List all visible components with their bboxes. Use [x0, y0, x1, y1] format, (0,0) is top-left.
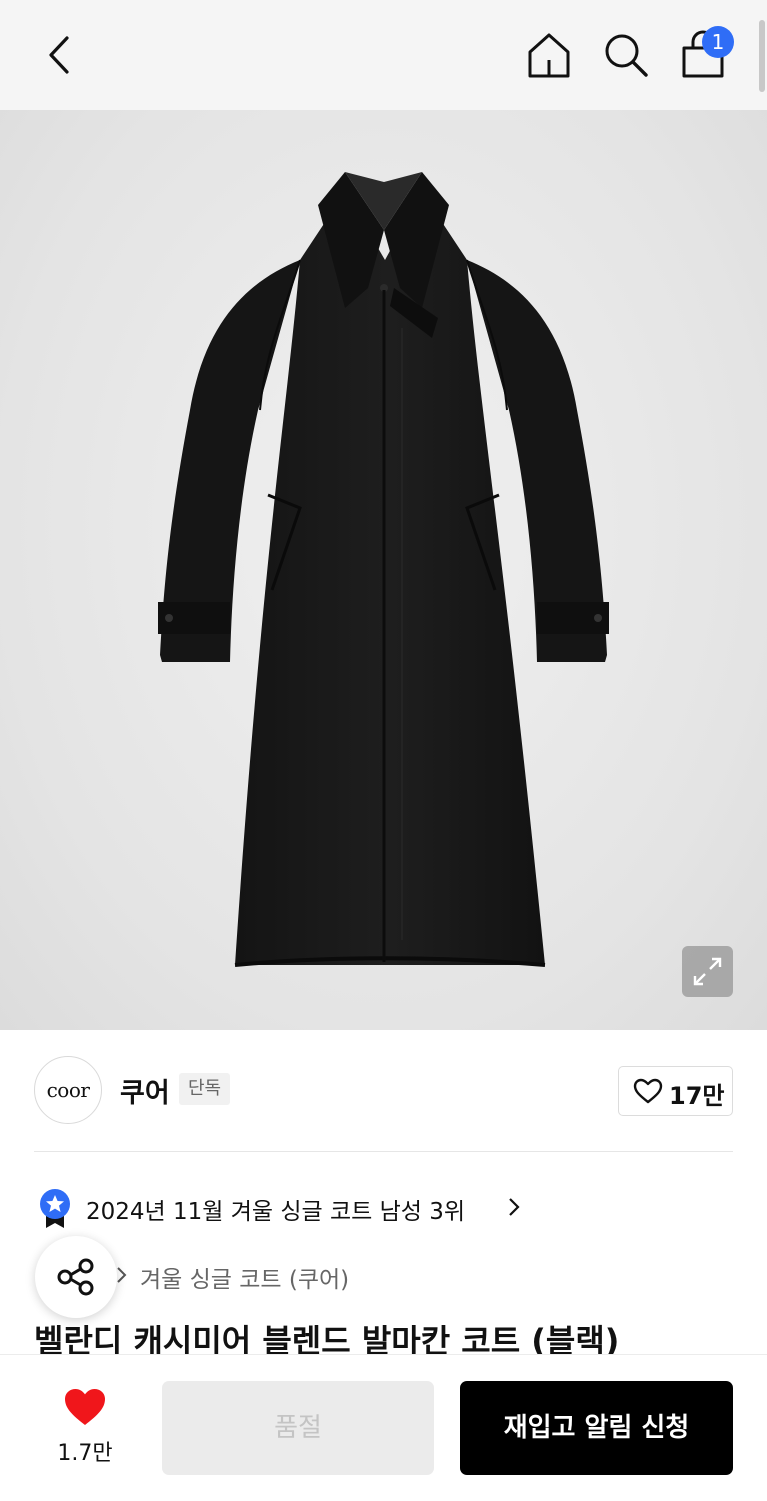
category-text: 겨울 싱글 코트 (쿠어)	[140, 1267, 350, 1293]
expand-icon	[693, 957, 722, 986]
ranking-link[interactable]: 2024년 11월 겨울 싱글 코트 남성 3위	[0, 1183, 767, 1233]
product-image[interactable]	[0, 110, 767, 1030]
heart-outline-icon	[633, 1078, 663, 1104]
scrollbar[interactable]	[759, 20, 765, 92]
brand-logo[interactable]: coor	[34, 1056, 102, 1124]
cart-count-badge: 1	[702, 26, 734, 58]
home-button[interactable]	[524, 30, 574, 80]
brand-name[interactable]: 쿠어	[120, 1071, 170, 1110]
home-icon	[528, 33, 570, 78]
chevron-right-icon	[117, 1267, 127, 1283]
coat-image	[158, 172, 609, 967]
heart-filled-icon	[65, 1389, 105, 1425]
brand-like-button[interactable]: 17만	[618, 1066, 733, 1116]
wishlist-button[interactable]: 1.7만	[52, 1385, 118, 1471]
restock-alert-button[interactable]: 재입고 알림 신청	[460, 1381, 733, 1475]
search-button[interactable]	[600, 30, 652, 80]
soldout-button[interactable]: 품절	[162, 1381, 434, 1475]
chevron-right-icon	[509, 1198, 520, 1216]
ranking-text: 2024년 11월 겨울 싱글 코트 남성 3위	[86, 1199, 466, 1225]
ranking-medal-icon	[40, 1189, 70, 1228]
search-icon	[605, 34, 648, 77]
share-icon	[57, 1258, 94, 1296]
brand-row: coor 쿠어 단독 17만	[0, 1031, 767, 1151]
expand-image-button[interactable]	[682, 946, 733, 997]
bottom-action-bar: 1.7만 품절 재입고 알림 신청	[0, 1354, 767, 1501]
back-button[interactable]	[38, 30, 82, 80]
brand-like-count: 17만	[669, 1082, 725, 1110]
chevron-left-icon	[49, 36, 69, 74]
top-navigation-bar: 1	[0, 0, 767, 110]
wishlist-count: 1.7만	[57, 1441, 113, 1466]
divider	[34, 1151, 733, 1152]
exclusive-badge: 단독	[179, 1073, 231, 1105]
share-button[interactable]	[35, 1236, 117, 1318]
cart-button[interactable]: 1	[676, 26, 736, 80]
